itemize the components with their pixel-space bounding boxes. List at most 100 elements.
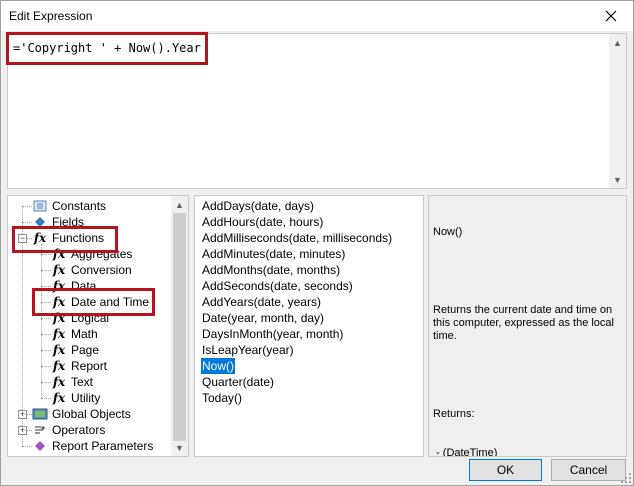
tree-item-page[interactable]: fx Page bbox=[51, 342, 99, 358]
cancel-button[interactable]: Cancel bbox=[551, 459, 626, 481]
function-icon: fx bbox=[52, 327, 66, 341]
tree-connector bbox=[41, 302, 51, 303]
function-item[interactable]: AddYears(date, years) bbox=[201, 294, 322, 310]
tree-connector bbox=[41, 334, 51, 335]
function-item[interactable]: Now() bbox=[201, 358, 235, 374]
function-item[interactable]: AddMilliseconds(date, milliseconds) bbox=[201, 230, 393, 246]
tree-item-logical[interactable]: fx Logical bbox=[51, 310, 109, 326]
tree-connector bbox=[41, 398, 51, 399]
tree-item-label: Date and Time bbox=[71, 295, 150, 309]
collapse-icon[interactable]: − bbox=[18, 234, 27, 243]
tree-item-label: Report Parameters bbox=[52, 439, 154, 453]
tree-connector bbox=[41, 382, 51, 383]
function-item[interactable]: AddMonths(date, months) bbox=[201, 262, 341, 278]
description-returns-label: Returns: bbox=[433, 408, 475, 420]
tree-item-label: Conversion bbox=[71, 263, 132, 277]
tree-item-aggregates[interactable]: fx Aggregates bbox=[51, 246, 133, 262]
function-icon: fx bbox=[52, 279, 66, 293]
tree-item-label: Fields bbox=[52, 215, 85, 229]
expression-scrollbar[interactable]: ▲ ▼ bbox=[609, 34, 626, 188]
tree-item-label: Report bbox=[71, 359, 108, 373]
tree-item-label: Utility bbox=[71, 391, 101, 405]
function-list[interactable]: AddDays(date, days) AddHours(date, hours)… bbox=[194, 195, 424, 457]
tree-item-operators[interactable]: Operators bbox=[32, 422, 105, 438]
tree-item-label: Math bbox=[71, 327, 98, 341]
category-tree[interactable]: ▲ ▼ Constants Fields − fx Functions fx Aggrega… bbox=[7, 195, 189, 457]
edit-expression-dialog: Edit Expression ='Copyright ' + Now().Ye… bbox=[0, 0, 634, 486]
tree-item-date-and-time[interactable]: fx Date and Time bbox=[51, 294, 149, 310]
function-icon: fx bbox=[52, 247, 66, 261]
tree-connector bbox=[22, 446, 32, 447]
expand-icon[interactable]: + bbox=[18, 410, 27, 419]
function-icon: fx bbox=[52, 311, 66, 325]
tree-connector bbox=[41, 270, 51, 271]
tree-connector bbox=[41, 318, 51, 319]
tree-connector bbox=[41, 244, 42, 398]
function-item[interactable]: DaysInMonth(year, month) bbox=[201, 326, 344, 342]
tree-item-label: Functions bbox=[52, 231, 105, 245]
tree-item-constants[interactable]: Constants bbox=[32, 198, 106, 214]
tree-item-conversion[interactable]: fx Conversion bbox=[51, 262, 132, 278]
tree-connector bbox=[41, 286, 51, 287]
scroll-up-icon[interactable]: ▲ bbox=[171, 196, 188, 213]
tree-item-label: Global Objects bbox=[52, 407, 131, 421]
title-bar: Edit Expression bbox=[1, 1, 633, 31]
tree-connector bbox=[41, 254, 51, 255]
expression-editor[interactable]: ='Copyright ' + Now().Year ▲ ▼ bbox=[7, 33, 627, 189]
tree-connector bbox=[41, 366, 51, 367]
function-item[interactable]: AddHours(date, hours) bbox=[201, 214, 324, 230]
function-item[interactable]: AddSeconds(date, seconds) bbox=[201, 278, 354, 294]
dialog-title: Edit Expression bbox=[9, 9, 93, 23]
tree-connector bbox=[22, 206, 32, 207]
tree-item-report[interactable]: fx Report bbox=[51, 358, 107, 374]
tree-item-functions[interactable]: fx Functions bbox=[32, 230, 104, 246]
function-item[interactable]: Today() bbox=[201, 390, 243, 406]
tree-item-label: Aggregates bbox=[71, 247, 133, 261]
scroll-down-icon[interactable]: ▼ bbox=[171, 439, 188, 456]
description-title: Now() bbox=[433, 226, 463, 238]
function-icon: fx bbox=[52, 375, 66, 389]
tree-item-label: Constants bbox=[52, 199, 107, 213]
tree-item-utility[interactable]: fx Utility bbox=[51, 390, 101, 406]
scroll-down-icon[interactable]: ▼ bbox=[609, 171, 626, 188]
description-body: Returns the current date and time on thi… bbox=[433, 304, 618, 342]
expression-text[interactable]: ='Copyright ' + Now().Year bbox=[13, 41, 201, 55]
fields-icon bbox=[32, 215, 48, 229]
function-item[interactable]: Quarter(date) bbox=[201, 374, 275, 390]
tree-item-global-objects[interactable]: Global Objects bbox=[32, 406, 131, 422]
close-button[interactable] bbox=[589, 1, 633, 31]
tree-item-label: Data bbox=[71, 279, 97, 293]
tree-scroll-thumb[interactable] bbox=[173, 213, 186, 441]
tree-item-fields[interactable]: Fields bbox=[32, 214, 84, 230]
scroll-up-icon[interactable]: ▲ bbox=[609, 34, 626, 51]
operators-icon bbox=[32, 423, 48, 437]
report-parameters-icon bbox=[32, 439, 48, 453]
function-item[interactable]: Date(year, month, day) bbox=[201, 310, 325, 326]
tree-item-label: Operators bbox=[52, 423, 106, 437]
tree-item-text[interactable]: fx Text bbox=[51, 374, 93, 390]
function-icon: fx bbox=[52, 295, 66, 309]
function-icon: fx bbox=[33, 231, 47, 245]
tree-connector bbox=[41, 350, 51, 351]
function-icon: fx bbox=[52, 343, 66, 357]
function-icon: fx bbox=[52, 391, 66, 405]
tree-item-math[interactable]: fx Math bbox=[51, 326, 98, 342]
function-item[interactable]: IsLeapYear(year) bbox=[201, 342, 295, 358]
tree-item-label: Logical bbox=[71, 311, 110, 325]
tree-scrollbar[interactable]: ▲ ▼ bbox=[171, 196, 188, 456]
function-item[interactable]: AddMinutes(date, minutes) bbox=[201, 246, 346, 262]
expand-icon[interactable]: + bbox=[18, 426, 27, 435]
ok-button[interactable]: OK bbox=[469, 459, 542, 481]
tree-item-report-parameters[interactable]: Report Parameters bbox=[32, 438, 153, 454]
resize-grip-icon[interactable] bbox=[621, 473, 631, 483]
description-panel: Now() Returns the current date and time … bbox=[428, 195, 627, 457]
tree-item-data[interactable]: fx Data bbox=[51, 278, 97, 294]
constants-icon bbox=[32, 199, 48, 213]
tree-item-label: Page bbox=[71, 343, 100, 357]
tree-item-label: Text bbox=[71, 375, 94, 389]
global-objects-icon bbox=[32, 407, 48, 421]
function-icon: fx bbox=[52, 359, 66, 373]
description-returns-value: - (DateTime) bbox=[433, 447, 498, 457]
tree-connector bbox=[22, 222, 32, 223]
function-item[interactable]: AddDays(date, days) bbox=[201, 198, 315, 214]
